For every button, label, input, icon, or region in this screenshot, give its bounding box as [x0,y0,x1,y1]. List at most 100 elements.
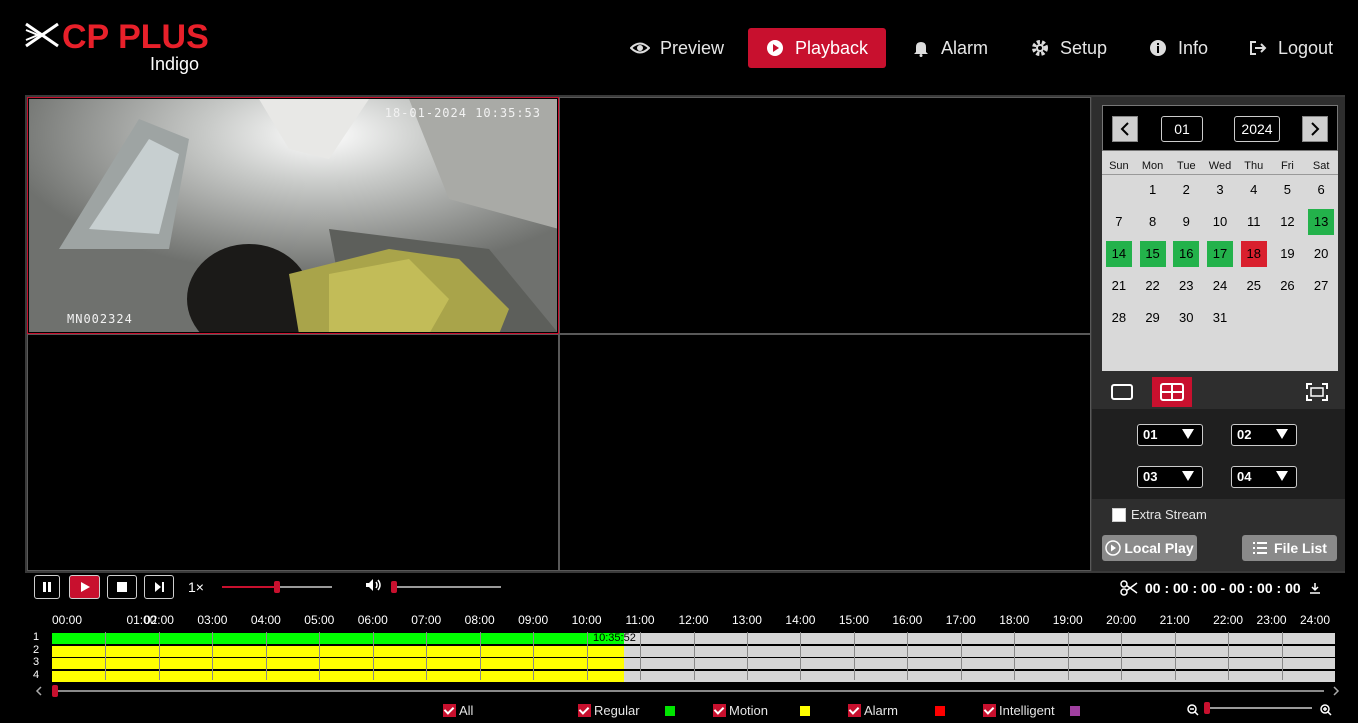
timeline-hour-label: 05:00 [304,613,335,627]
timeline-hour-label: 06:00 [357,613,388,627]
calendar-day[interactable]: 12 [1274,209,1300,235]
legend-motion[interactable]: Motion [713,703,768,718]
file-list-label: File List [1274,540,1327,556]
timeline-grid[interactable] [52,632,1335,680]
zoom-slider-handle[interactable] [1204,702,1210,714]
legend-intelligent-checkbox[interactable] [983,704,996,717]
layout-quad-button[interactable] [1152,377,1192,407]
timeline-hour-label: 07:00 [411,613,442,627]
playback-speed[interactable]: 1× [188,579,204,595]
year-field[interactable]: 2024 [1234,116,1280,142]
calendar-day[interactable]: 27 [1308,273,1334,299]
local-play-button[interactable]: Local Play [1102,535,1197,561]
calendar: 01 2024 Sun Mon Tue Wed Thu Fri Sat 1234567891… [1102,105,1338,371]
timeline-hour-label: 09:00 [518,613,549,627]
calendar-day[interactable]: 21 [1106,273,1132,299]
calendar-day[interactable]: 4 [1241,177,1267,203]
calendar-day[interactable]: 31 [1207,305,1233,331]
calendar-day[interactable]: 16 [1173,241,1200,267]
timeline-row-number: 2 [33,643,40,656]
legend-motion-checkbox[interactable] [713,704,726,717]
timeline-scrollbar[interactable] [52,685,1324,697]
video-window-2[interactable] [559,97,1091,334]
nav-logout[interactable]: Logout [1248,28,1333,68]
calendar-day[interactable]: 25 [1241,273,1267,299]
legend-all-checkbox[interactable] [443,704,456,717]
channel-select-4[interactable]: 04 [1231,466,1297,488]
calendar-day[interactable]: 26 [1274,273,1300,299]
extra-stream-checkbox[interactable] [1112,507,1126,522]
extra-stream-option[interactable]: Extra Stream [1112,507,1207,522]
zoom-out-icon[interactable] [1187,704,1199,716]
volume-slider[interactable] [391,581,501,593]
volume-icon[interactable] [365,578,383,592]
gear-icon [1030,38,1050,58]
nav-info[interactable]: Info [1148,28,1208,68]
timeline-hour-label: 21:00 [1159,613,1190,627]
calendar-day[interactable]: 8 [1140,209,1166,235]
legend-all[interactable]: All [443,703,473,718]
legend-alarm-checkbox[interactable] [848,704,861,717]
play-button[interactable] [69,575,100,599]
video-window-4[interactable] [559,334,1091,571]
nav-alarm[interactable]: Alarm [911,28,988,68]
stop-button[interactable] [107,575,137,599]
volume-slider-handle[interactable] [391,581,397,593]
calendar-day[interactable]: 24 [1207,273,1233,299]
calendar-day[interactable]: 2 [1173,177,1199,203]
month-field[interactable]: 01 [1161,116,1203,142]
nav-playback[interactable]: Playback [748,28,886,68]
video-window-3[interactable] [27,334,559,571]
download-icon[interactable] [1309,582,1321,594]
fullscreen-button[interactable] [1297,377,1337,407]
logout-icon [1248,38,1268,58]
prev-month-button[interactable] [1112,116,1138,142]
calendar-day[interactable]: 6 [1308,177,1334,203]
calendar-day[interactable]: 14 [1105,241,1132,267]
calendar-day[interactable]: 18 [1240,241,1267,267]
calendar-day[interactable]: 20 [1308,241,1334,267]
nav-setup[interactable]: Setup [1030,28,1107,68]
legend-alarm[interactable]: Alarm [848,703,898,718]
nav-preview[interactable]: Preview [630,28,724,68]
speed-slider[interactable] [222,581,332,593]
calendar-day[interactable]: 7 [1106,209,1132,235]
zoom-in-icon[interactable] [1320,704,1332,716]
calendar-day[interactable]: 9 [1173,209,1199,235]
legend-regular-checkbox[interactable] [578,704,591,717]
calendar-day[interactable]: 17 [1207,241,1233,267]
calendar-day[interactable]: 10 [1207,209,1233,235]
calendar-day[interactable]: 11 [1241,209,1267,235]
timeline-hour-gridline [158,632,160,680]
zoom-slider[interactable] [1204,702,1312,714]
calendar-day[interactable]: 13 [1308,209,1335,235]
calendar-day[interactable]: 29 [1140,305,1166,331]
channel-select-2[interactable]: 02 [1231,424,1297,446]
scissors-icon[interactable] [1120,580,1138,596]
scroll-right-icon[interactable] [1332,686,1340,696]
calendar-day[interactable]: 23 [1173,273,1199,299]
timeline-row-number: 4 [33,668,40,681]
calendar-day[interactable]: 22 [1140,273,1166,299]
calendar-day[interactable]: 5 [1274,177,1300,203]
legend-regular[interactable]: Regular [578,703,640,718]
calendar-day[interactable]: 15 [1139,241,1166,267]
calendar-day[interactable]: 19 [1274,241,1300,267]
file-list-button[interactable]: File List [1242,535,1337,561]
quad-window-icon [1160,383,1184,401]
pause-button[interactable] [34,575,60,599]
channel-select-3[interactable]: 03 [1137,466,1203,488]
video-window-1[interactable]: 18-01-2024 10:35:53 MN002324 [27,97,559,334]
next-frame-button[interactable] [144,575,174,599]
calendar-day[interactable]: 1 [1140,177,1166,203]
channel-select-1[interactable]: 01 [1137,424,1203,446]
timeline-scroll-handle[interactable] [52,685,58,697]
calendar-day[interactable]: 30 [1173,305,1199,331]
scroll-left-icon[interactable] [35,686,43,696]
layout-single-button[interactable] [1102,377,1142,407]
speed-slider-handle[interactable] [274,581,280,593]
next-month-button[interactable] [1302,116,1328,142]
calendar-day[interactable]: 28 [1106,305,1132,331]
calendar-day[interactable]: 3 [1207,177,1233,203]
legend-intelligent[interactable]: Intelligent [983,703,1055,718]
